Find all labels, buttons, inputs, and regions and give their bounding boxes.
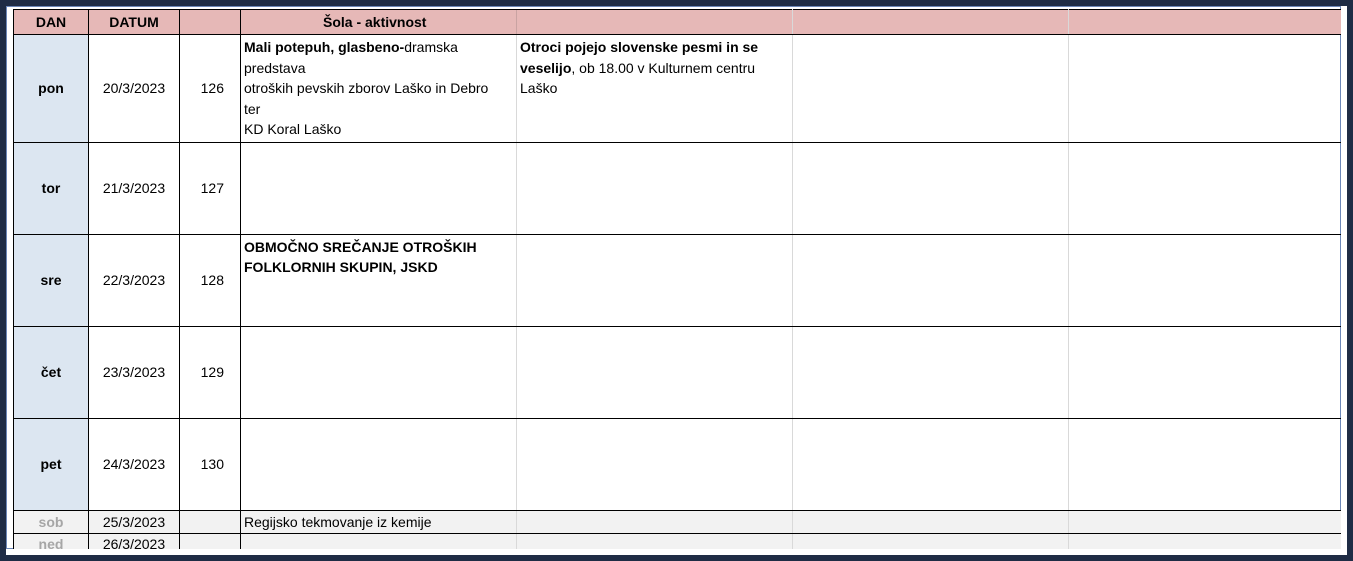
table-row: pon 20/3/2023 126 Mali potepuh, glasbeno…: [13, 34, 1341, 143]
empty-cell[interactable]: [516, 326, 793, 419]
table-row: sre 22/3/2023 128 OBMOČNO SREČANJE OTROŠ…: [13, 234, 1341, 327]
activity-cell[interactable]: Regijsko tekmovanje iz kemije: [240, 510, 517, 534]
empty-cell[interactable]: [792, 533, 1069, 549]
header-number[interactable]: [179, 9, 241, 35]
date-cell[interactable]: 23/3/2023: [88, 326, 180, 419]
header-title[interactable]: Šola - aktivnost: [240, 9, 517, 35]
activity-cell[interactable]: OBMOČNO SREČANJE OTROŠKIH FOLKLORNIH SKU…: [240, 234, 517, 327]
activity-cell[interactable]: [240, 418, 517, 511]
activity-cell[interactable]: Otroci pojejo slovenske pesmi in se vese…: [516, 34, 793, 143]
header-dan[interactable]: DAN: [13, 9, 89, 35]
header-datum[interactable]: DATUM: [88, 9, 180, 35]
header-blank-3[interactable]: [1068, 9, 1341, 35]
empty-cell[interactable]: [792, 34, 1069, 143]
number-cell[interactable]: 128: [179, 234, 241, 327]
empty-cell[interactable]: [516, 510, 793, 534]
activity-line: KD Koral Laško: [244, 121, 342, 137]
header-blank-1[interactable]: [516, 9, 793, 35]
activity-line: otroških pevskih zborov Laško in Debro: [244, 80, 489, 96]
schedule-table: DAN DATUM Šola - aktivnost pon 20/3/2023…: [13, 9, 1341, 549]
table-row: pet 24/3/2023 130: [13, 418, 1341, 511]
activity-cell[interactable]: [240, 533, 517, 549]
empty-cell[interactable]: [1068, 533, 1341, 549]
date-cell[interactable]: 25/3/2023: [88, 510, 180, 534]
activity-cell[interactable]: [240, 326, 517, 419]
weekend-row: sob 25/3/2023 Regijsko tekmovanje iz kem…: [13, 510, 1341, 534]
table-row: čet 23/3/2023 129: [13, 326, 1341, 419]
empty-cell[interactable]: [1068, 34, 1341, 143]
empty-cell[interactable]: [1068, 234, 1341, 327]
date-cell[interactable]: 24/3/2023: [88, 418, 180, 511]
empty-cell[interactable]: [792, 234, 1069, 327]
date-cell[interactable]: 22/3/2023: [88, 234, 180, 327]
empty-cell[interactable]: [516, 234, 793, 327]
activity-bold-text: Mali potepuh, glasbeno-: [244, 39, 405, 55]
header-row: DAN DATUM Šola - aktivnost: [13, 9, 1341, 35]
activity-bold-text: OBMOČNO SREČANJE OTROŠKIH FOLKLORNIH SKU…: [244, 238, 477, 276]
number-cell[interactable]: [179, 510, 241, 534]
day-cell[interactable]: čet: [13, 326, 89, 419]
activity-cell[interactable]: Mali potepuh, glasbeno-dramska predstava…: [240, 34, 517, 143]
empty-cell[interactable]: [792, 326, 1069, 419]
empty-cell[interactable]: [516, 142, 793, 235]
day-cell[interactable]: sob: [13, 510, 89, 534]
header-blank-2[interactable]: [792, 9, 1069, 35]
spreadsheet: DAN DATUM Šola - aktivnost pon 20/3/2023…: [13, 9, 1341, 549]
day-cell[interactable]: pon: [13, 34, 89, 143]
day-cell[interactable]: pet: [13, 418, 89, 511]
day-cell[interactable]: tor: [13, 142, 89, 235]
number-cell[interactable]: 127: [179, 142, 241, 235]
activity-line: ter: [244, 100, 261, 117]
number-cell[interactable]: 130: [179, 418, 241, 511]
empty-cell[interactable]: [792, 510, 1069, 534]
weekend-row: ned 26/3/2023: [13, 533, 1341, 549]
empty-cell[interactable]: [1068, 142, 1341, 235]
number-cell[interactable]: 129: [179, 326, 241, 419]
empty-cell[interactable]: [1068, 418, 1341, 511]
date-cell[interactable]: 20/3/2023: [88, 34, 180, 143]
empty-cell[interactable]: [516, 418, 793, 511]
number-cell[interactable]: 126: [179, 34, 241, 143]
empty-cell[interactable]: [516, 533, 793, 549]
empty-cell[interactable]: [1068, 510, 1341, 534]
number-cell[interactable]: [179, 533, 241, 549]
date-cell[interactable]: 26/3/2023: [88, 533, 180, 549]
empty-cell[interactable]: [792, 418, 1069, 511]
activity-cell[interactable]: [240, 142, 517, 235]
date-cell[interactable]: 21/3/2023: [88, 142, 180, 235]
day-cell[interactable]: ned: [13, 533, 89, 549]
table-row: tor 21/3/2023 127: [13, 142, 1341, 235]
empty-cell[interactable]: [792, 142, 1069, 235]
day-cell[interactable]: sre: [13, 234, 89, 327]
empty-cell[interactable]: [1068, 326, 1341, 419]
header-title-text: Šola - aktivnost: [323, 14, 427, 30]
